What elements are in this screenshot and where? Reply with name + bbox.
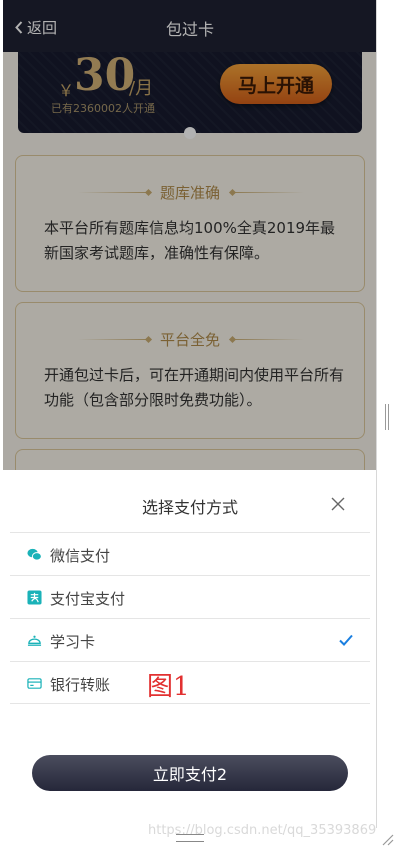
payment-option-label: 银行转账	[50, 676, 111, 694]
payment-sheet: 选择支付方式 微信支付 支付宝支付 学习卡 银行转账 图1 立即支付2	[3, 470, 376, 828]
checkmark-icon	[339, 634, 353, 646]
payment-option-label: 学习卡	[50, 633, 96, 651]
payment-option-label: 支付宝支付	[50, 590, 126, 608]
resize-handle[interactable]	[385, 404, 389, 430]
wechat-icon	[27, 548, 42, 561]
option-divider	[10, 703, 370, 704]
phone-screen: 返回 包过卡 ￥ 30 /月 已有2360002人开通 马上开通 题库准确 本平…	[3, 0, 377, 828]
bank-card-icon	[27, 678, 42, 689]
payment-option-wechat[interactable]: 微信支付	[10, 532, 370, 575]
payment-sheet-title: 选择支付方式	[141, 498, 238, 517]
pay-now-button[interactable]: 立即支付2	[32, 755, 348, 791]
resize-corner-icon[interactable]	[380, 832, 394, 846]
study-card-icon	[27, 635, 42, 646]
payment-option-label: 微信支付	[50, 547, 111, 565]
payment-option-study-card[interactable]: 学习卡	[10, 618, 370, 661]
alipay-icon	[27, 590, 42, 605]
close-icon[interactable]	[330, 496, 346, 512]
drag-handle[interactable]	[176, 834, 204, 842]
modal-backdrop[interactable]	[3, 0, 376, 470]
payment-option-bank[interactable]: 银行转账	[10, 661, 370, 704]
payment-option-alipay[interactable]: 支付宝支付	[10, 575, 370, 618]
figure-annotation: 图1	[147, 672, 190, 702]
